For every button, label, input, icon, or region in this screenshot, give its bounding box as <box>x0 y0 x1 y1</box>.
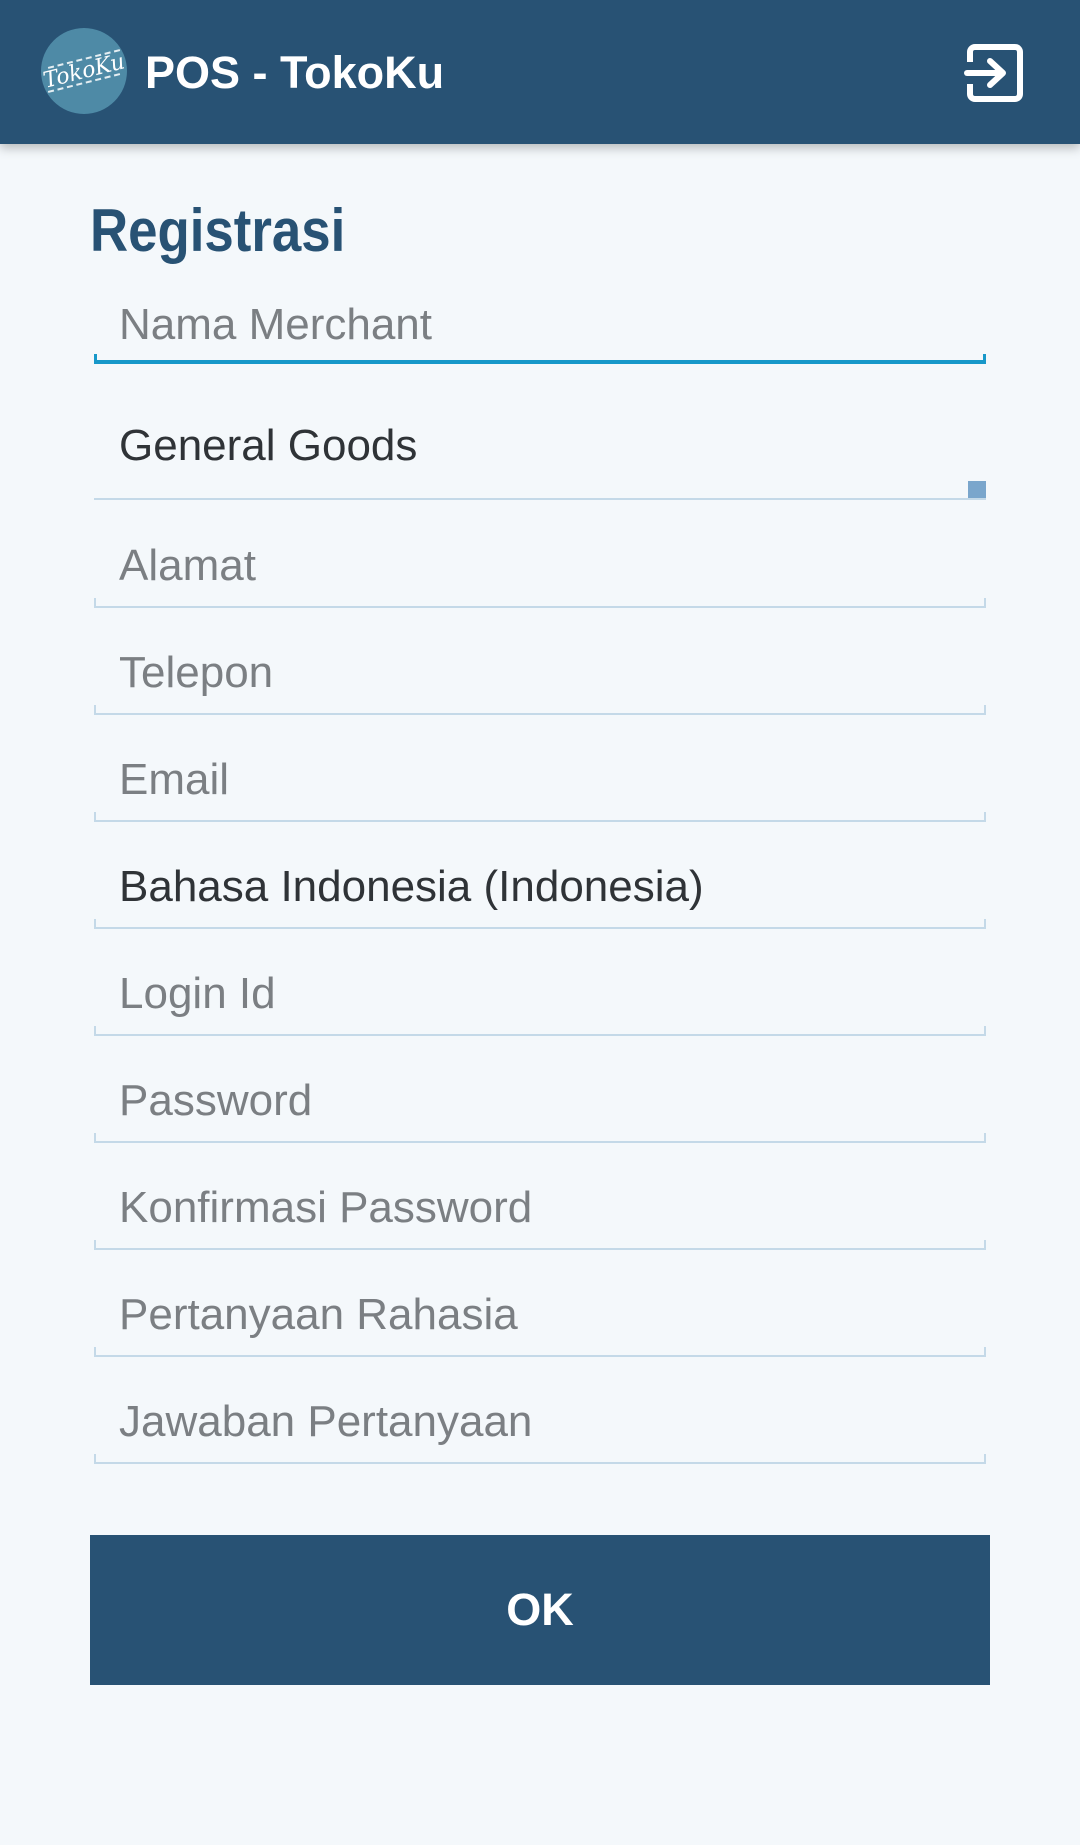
app-title: POS - TokoKu <box>145 47 445 98</box>
secret-answer-field[interactable]: Jawaban Pertanyaan <box>94 1396 986 1466</box>
phone-underline <box>94 705 986 715</box>
merchant-type-select[interactable]: General Goods <box>94 420 986 500</box>
merchant-type-value: General Goods <box>119 421 418 470</box>
login-id-underline <box>94 1026 986 1036</box>
merchant-name-underline <box>94 354 986 364</box>
address-field[interactable]: Alamat <box>94 540 986 610</box>
logout-button[interactable] <box>962 40 1028 106</box>
logo-text: TokoKu <box>41 48 127 94</box>
secret-question-placeholder: Pertanyaan Rahasia <box>119 1290 518 1339</box>
email-field[interactable]: Email <box>94 754 986 824</box>
address-placeholder: Alamat <box>119 541 256 590</box>
app-bar: TokoKu POS - TokoKu <box>0 0 1080 144</box>
confirm-password-field[interactable]: Konfirmasi Password <box>94 1182 986 1252</box>
address-underline <box>94 598 986 608</box>
confirm-password-placeholder: Konfirmasi Password <box>119 1183 533 1232</box>
login-id-field[interactable]: Login Id <box>94 968 986 1038</box>
logout-icon <box>964 44 1023 102</box>
secret-answer-placeholder: Jawaban Pertanyaan <box>119 1397 533 1446</box>
page-title: Registrasi <box>90 197 346 264</box>
ok-button[interactable]: OK <box>90 1535 990 1685</box>
confirm-password-underline <box>94 1240 986 1250</box>
language-underline <box>94 919 986 929</box>
password-underline <box>94 1133 986 1143</box>
merchant-name-placeholder: Nama Merchant <box>119 300 433 349</box>
phone-placeholder: Telepon <box>119 648 274 697</box>
secret-question-underline <box>94 1347 986 1357</box>
email-underline <box>94 812 986 822</box>
language-value: Bahasa Indonesia (Indonesia) <box>119 862 704 911</box>
dropdown-arrow-icon <box>968 481 986 499</box>
secret-answer-underline <box>94 1454 986 1464</box>
app-logo: TokoKu <box>41 28 127 114</box>
password-placeholder: Password <box>119 1076 313 1125</box>
password-field[interactable]: Password <box>94 1075 986 1145</box>
login-id-placeholder: Login Id <box>119 969 276 1018</box>
email-placeholder: Email <box>119 755 230 804</box>
merchant-type-underline <box>94 498 986 500</box>
phone-field[interactable]: Telepon <box>94 647 986 717</box>
merchant-name-field[interactable]: Nama Merchant <box>94 296 986 368</box>
secret-question-field[interactable]: Pertanyaan Rahasia <box>94 1289 986 1359</box>
language-select[interactable]: Bahasa Indonesia (Indonesia) <box>94 861 986 931</box>
